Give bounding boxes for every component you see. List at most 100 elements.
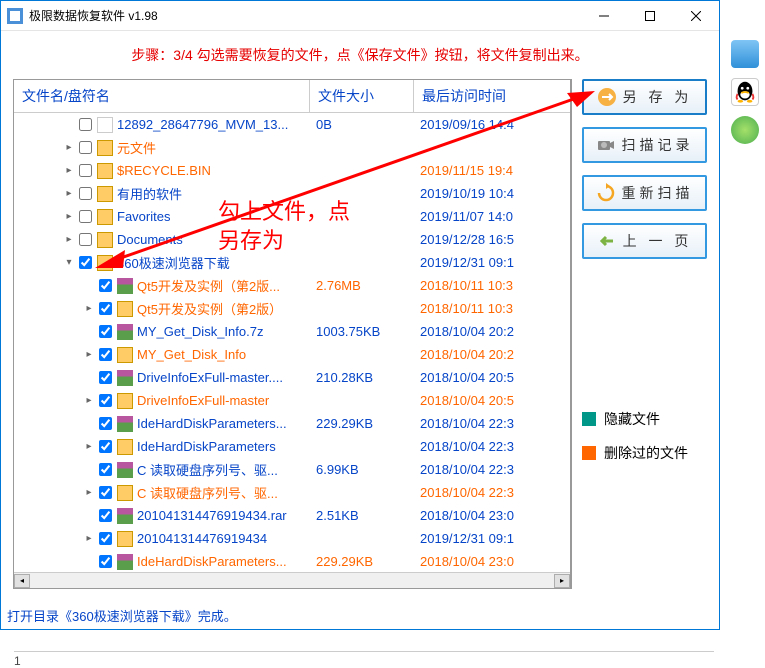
file-checkbox[interactable] xyxy=(99,509,112,522)
file-row[interactable]: ▸2010413144769194342019/12/31 09:1 xyxy=(14,527,570,550)
file-checkbox[interactable] xyxy=(99,463,112,476)
file-checkbox[interactable] xyxy=(99,532,112,545)
col-filesize[interactable]: 文件大小 xyxy=(310,80,414,112)
expand-toggle[interactable]: ▸ xyxy=(62,165,76,176)
scroll-left-button[interactable]: ◂ xyxy=(14,574,30,588)
toolbar-icon-3[interactable] xyxy=(731,116,759,144)
file-name: IdeHardDiskParameters... xyxy=(137,416,287,431)
scroll-right-button[interactable]: ▸ xyxy=(554,574,570,588)
col-lastaccess[interactable]: 最后访问时间 xyxy=(414,80,570,112)
file-row[interactable]: 12892_28647796_MVM_13...0B2019/09/16 14:… xyxy=(14,113,570,136)
file-size: 1003.75KB xyxy=(310,324,414,339)
folder-icon xyxy=(97,232,113,248)
file-row[interactable]: C 读取硬盘序列号、驱...6.99KB2018/10/04 22:3 xyxy=(14,458,570,481)
file-row[interactable]: ▸元文件 xyxy=(14,136,570,159)
expand-toggle[interactable]: ▸ xyxy=(82,487,96,498)
file-checkbox[interactable] xyxy=(99,325,112,338)
maximize-button[interactable] xyxy=(627,1,673,31)
file-date: 2018/10/11 10:3 xyxy=(414,301,570,316)
file-name: IdeHardDiskParameters xyxy=(137,439,276,454)
expand-toggle[interactable]: ▸ xyxy=(82,441,96,452)
expand-toggle[interactable]: ▸ xyxy=(62,142,76,153)
archive-icon xyxy=(117,416,133,432)
qq-icon[interactable] xyxy=(731,78,759,106)
file-row[interactable]: MY_Get_Disk_Info.7z1003.75KB2018/10/04 2… xyxy=(14,320,570,343)
col-filename[interactable]: 文件名/盘符名 xyxy=(14,80,310,112)
file-date: 2018/10/04 22:3 xyxy=(414,485,570,500)
rescan-button[interactable]: 重新扫描 xyxy=(582,175,707,211)
horizontal-scrollbar[interactable]: ◂ ▸ xyxy=(14,572,570,588)
file-size: 6.99KB xyxy=(310,462,414,477)
file-size: 2.51KB xyxy=(310,508,414,523)
file-name: 12892_28647796_MVM_13... xyxy=(117,117,288,132)
folder-icon xyxy=(97,186,113,202)
folder-icon xyxy=(97,255,113,271)
file-checkbox[interactable] xyxy=(99,555,112,568)
expand-toggle[interactable]: ▸ xyxy=(62,234,76,245)
file-row[interactable]: DriveInfoExFull-master....210.28KB2018/1… xyxy=(14,366,570,389)
close-button[interactable] xyxy=(673,1,719,31)
file-row[interactable]: ▸DriveInfoExFull-master2018/10/04 20:5 xyxy=(14,389,570,412)
save-as-button[interactable]: 另 存 为 xyxy=(582,79,707,115)
archive-icon xyxy=(117,462,133,478)
file-row[interactable]: IdeHardDiskParameters...229.29KB2018/10/… xyxy=(14,412,570,435)
file-checkbox[interactable] xyxy=(79,118,92,131)
expand-toggle[interactable]: ▸ xyxy=(82,303,96,314)
file-row[interactable]: ▸Qt5开发及实例（第2版）2018/10/11 10:3 xyxy=(14,297,570,320)
file-row[interactable]: ▸MY_Get_Disk_Info2018/10/04 20:2 xyxy=(14,343,570,366)
scan-log-button[interactable]: 扫描记录 xyxy=(582,127,707,163)
file-row[interactable]: ▸Documents2019/12/28 16:5 xyxy=(14,228,570,251)
expand-toggle[interactable]: ▸ xyxy=(82,533,96,544)
expand-toggle[interactable]: ▸ xyxy=(62,188,76,199)
file-icon xyxy=(97,117,113,133)
file-checkbox[interactable] xyxy=(99,394,112,407)
file-checkbox[interactable] xyxy=(99,417,112,430)
minimize-button[interactable] xyxy=(581,1,627,31)
file-name: DriveInfoExFull-master.... xyxy=(137,370,283,385)
file-date: 2019/11/07 14:0 xyxy=(414,209,570,224)
window-title: 极限数据恢复软件 v1.98 xyxy=(29,7,581,24)
folder-icon xyxy=(117,531,133,547)
file-name: 360极速浏览器下载 xyxy=(117,253,230,272)
prev-page-button[interactable]: 上 一 页 xyxy=(582,223,707,259)
file-row[interactable]: 201041314476919434.rar2.51KB2018/10/04 2… xyxy=(14,504,570,527)
file-row[interactable]: ▸Favorites2019/11/07 14:0 xyxy=(14,205,570,228)
toolbar-icon-1[interactable] xyxy=(731,40,759,68)
file-checkbox[interactable] xyxy=(99,371,112,384)
archive-icon xyxy=(117,508,133,524)
expand-toggle[interactable]: ▸ xyxy=(82,395,96,406)
file-checkbox[interactable] xyxy=(79,141,92,154)
file-size: 2.76MB xyxy=(310,278,414,293)
file-row[interactable]: Qt5开发及实例（第2版...2.76MB2018/10/11 10:3 xyxy=(14,274,570,297)
file-row[interactable]: ▸ IdeHardDiskParameters 2018/10/04 22:3 xyxy=(14,435,570,458)
file-name: 201041314476919434.rar xyxy=(137,508,287,523)
file-row[interactable]: ▸有用的软件2019/10/19 10:4 xyxy=(14,182,570,205)
file-checkbox[interactable] xyxy=(99,348,112,361)
file-row[interactable]: IdeHardDiskParameters...229.29KB2018/10/… xyxy=(14,550,570,572)
file-checkbox[interactable] xyxy=(79,256,92,269)
expand-toggle[interactable]: ▸ xyxy=(82,349,96,360)
file-checkbox[interactable] xyxy=(79,210,92,223)
file-row[interactable]: ▸$RECYCLE.BIN2019/11/15 19:4 xyxy=(14,159,570,182)
camera-icon xyxy=(596,135,616,155)
file-name: Documents xyxy=(117,232,183,247)
file-row[interactable]: ▾360极速浏览器下载2019/12/31 09:1 xyxy=(14,251,570,274)
archive-icon xyxy=(117,324,133,340)
file-checkbox[interactable] xyxy=(79,233,92,246)
file-row[interactable]: ▸ C 读取硬盘序列号、驱... 2018/10/04 22:3 xyxy=(14,481,570,504)
folder-icon xyxy=(97,140,113,156)
expand-toggle[interactable]: ▾ xyxy=(62,257,76,268)
folder-icon xyxy=(117,393,133,409)
file-checkbox[interactable] xyxy=(99,279,112,292)
file-name: C 读取硬盘序列号、驱... xyxy=(137,483,278,502)
file-checkbox[interactable] xyxy=(79,187,92,200)
file-date: 2018/10/04 22:3 xyxy=(414,439,570,454)
file-checkbox[interactable] xyxy=(99,302,112,315)
folder-icon xyxy=(117,485,133,501)
folder-icon xyxy=(117,301,133,317)
expand-toggle[interactable]: ▸ xyxy=(62,211,76,222)
file-checkbox[interactable] xyxy=(99,486,112,499)
archive-icon xyxy=(117,278,133,294)
file-checkbox[interactable] xyxy=(79,164,92,177)
file-checkbox[interactable] xyxy=(99,440,112,453)
